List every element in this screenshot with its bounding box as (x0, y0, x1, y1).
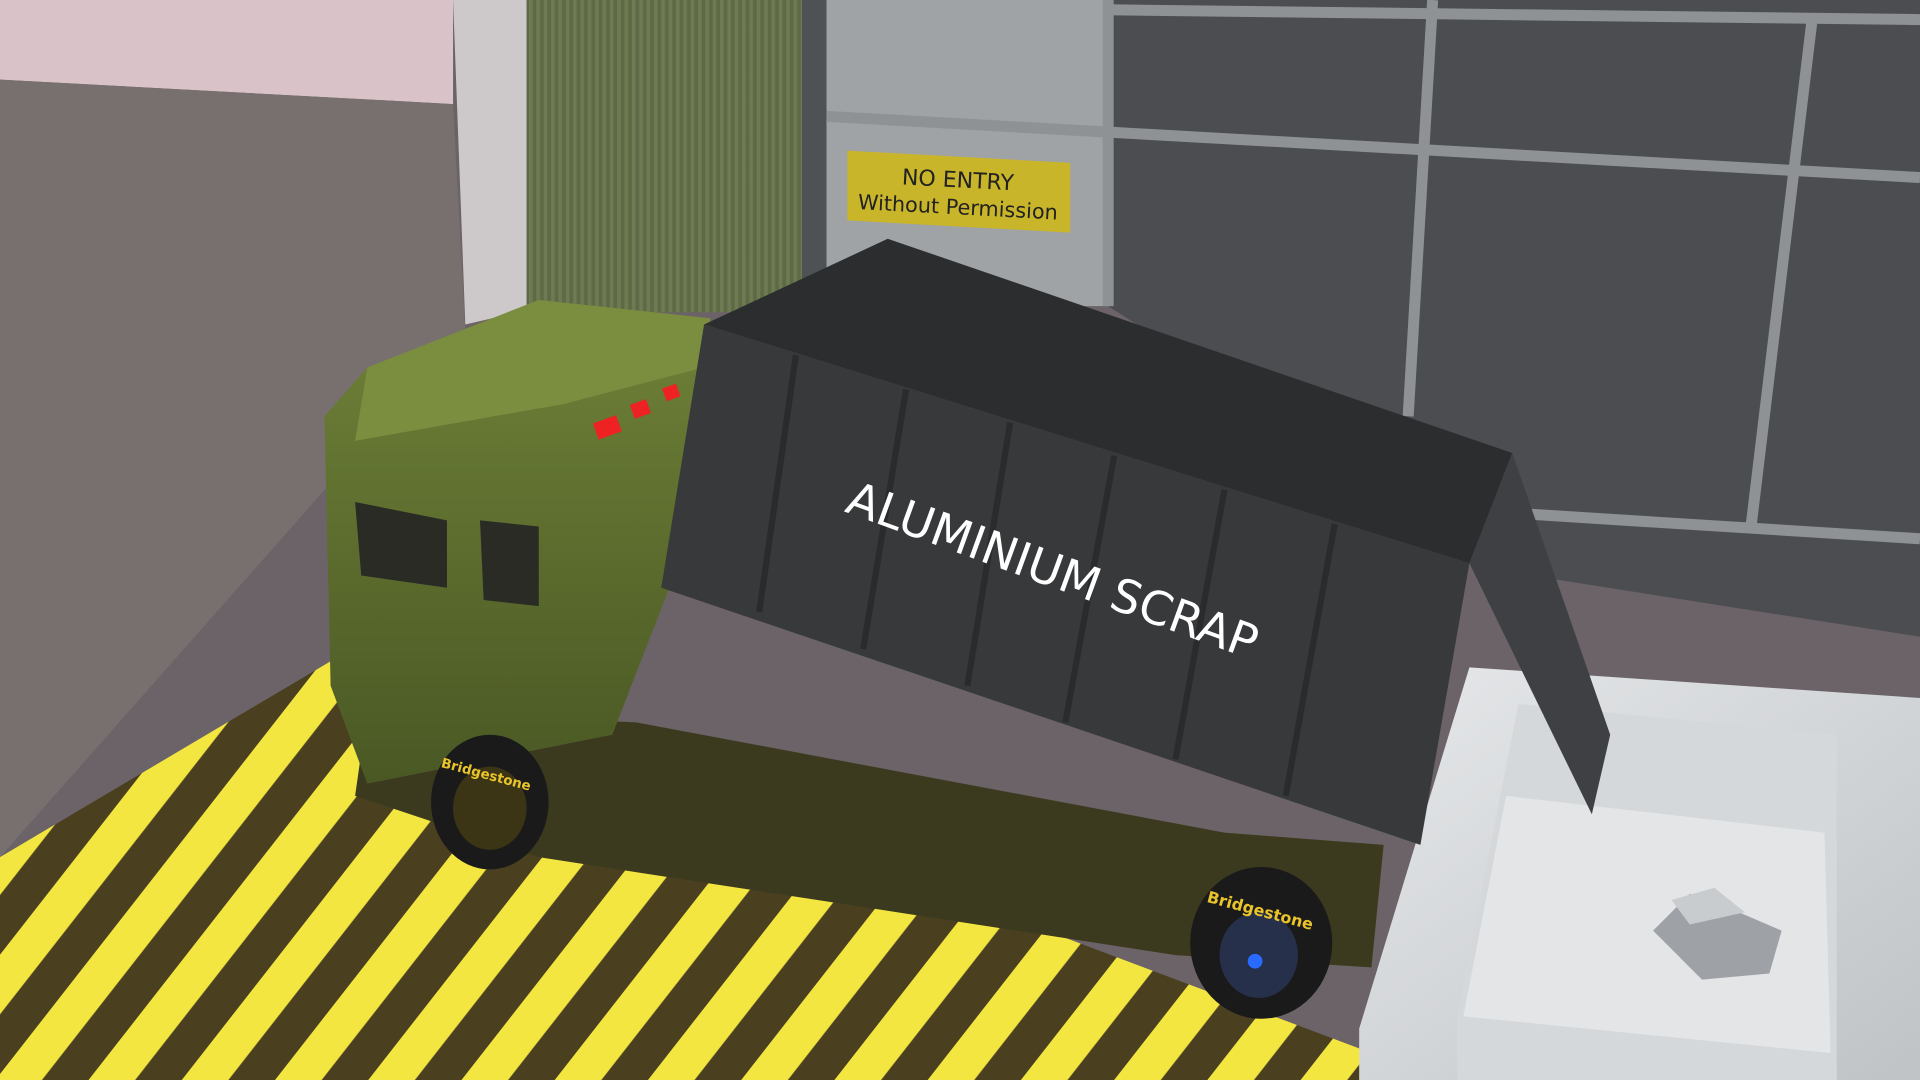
front-tire: Bridgestone (431, 734, 549, 870)
rear-tire: Bridgestone (1190, 866, 1333, 1019)
truck-dumping-scene: NO ENTRY Without Permission ALUMINIUM SC… (0, 0, 1920, 1080)
green-wall-panel (526, 0, 803, 313)
cab-window (480, 520, 539, 607)
no-entry-sign: NO ENTRY Without Permission (847, 150, 1071, 233)
